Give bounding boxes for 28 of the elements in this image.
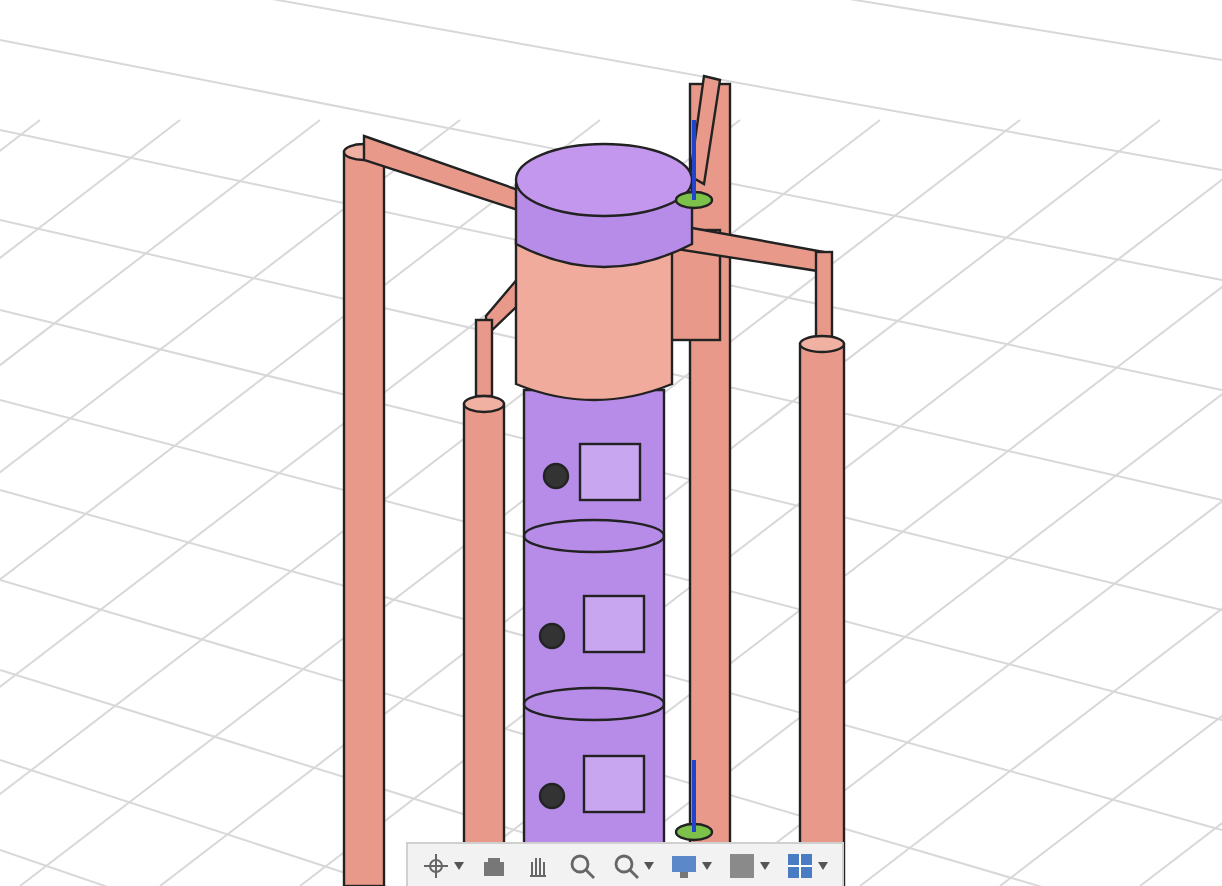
pipe-arm [688,74,722,186]
port-hole [538,782,566,810]
caret-icon [760,862,770,870]
zoom-icon [568,852,596,880]
monitor-icon [670,852,698,880]
column-band [522,686,666,722]
grid-icon [786,852,814,880]
pole-cap [462,394,506,414]
hatch-panel [582,754,646,814]
column-band [522,518,666,554]
caret-icon [818,862,828,870]
port-hole [542,462,570,490]
caret-icon [644,862,654,870]
pole-cap [798,334,846,354]
hand-icon [524,852,552,880]
pipe-drop [814,250,834,342]
hatch-panel [582,594,646,654]
caret-icon [454,862,464,870]
shaded-square-icon [728,852,756,880]
port-hole [538,622,566,650]
hatch-panel [578,442,642,502]
zoom-icon [612,852,640,880]
pipe-drop [474,318,494,398]
caret-icon [702,862,712,870]
camera-icon [480,852,508,880]
orbit-icon [422,852,450,880]
axis-marker-drawing [674,760,714,842]
axis-marker-drawing [674,120,714,210]
